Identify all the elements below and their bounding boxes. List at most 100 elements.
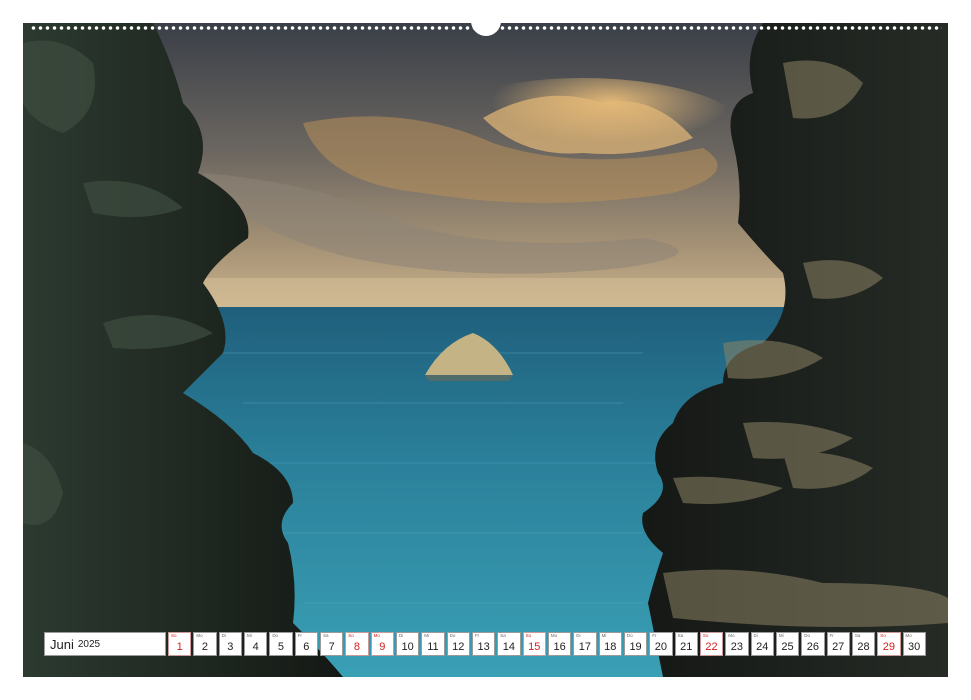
day-number: 27 [832,641,845,653]
weekday-label: Sa [854,633,861,638]
day-cell: Mo 23 [725,632,749,656]
day-cell: Mo 30 [902,632,926,656]
day-number: 11 [427,641,439,653]
weekday-label: Mi [246,633,252,638]
weekday-label: Sa [677,633,684,638]
day-number: 13 [477,641,490,653]
weekday-label: Mo [728,633,735,638]
day-cell: Do 5 [269,632,293,656]
weekday-label: So [348,633,354,638]
weekday-label: Do [626,633,633,638]
day-number: 15 [528,641,541,653]
day-cell: So 29 [877,632,901,656]
weekday-label: Do [272,633,279,638]
day-cell: Fr 13 [471,632,496,656]
day-number: 8 [353,641,361,653]
weekday-label: Mo [905,633,912,638]
day-number: 25 [781,641,794,653]
day-number: 26 [806,641,819,653]
day-cells: So 1 Mo 2 Di 3 Mi 4 Do 5 Fr 6 Sa 7 So 8 Mo 9 Di 10 Mi 11 Do 12 F… [168,632,926,656]
day-cell: Fr 6 [294,632,318,656]
day-number: 10 [401,641,414,653]
day-number: 21 [680,641,693,653]
day-cell: Di 17 [573,632,597,656]
day-cell: Mi 18 [598,632,622,656]
day-number: 12 [452,641,465,653]
weekday-label: So [171,633,177,638]
day-cell: Do 12 [446,632,470,656]
weekday-label: Fr [474,633,480,638]
weekday-label: Do [449,633,456,638]
day-number: 24 [756,641,769,653]
day-cell: Fr 20 [649,632,673,656]
weekday-label: Di [753,633,758,638]
weekday-label: Mi [601,633,607,638]
day-number: 28 [857,641,870,653]
weekday-label: So [702,633,709,638]
day-number: 9 [379,641,386,653]
day-number: 19 [629,641,642,653]
year: 2025 [77,638,101,650]
day-number: 18 [604,641,617,653]
day-number: 4 [252,641,259,653]
weekday-label: Fr [829,633,834,638]
weekday-label: Di [576,633,581,638]
day-cell: So 15 [522,632,546,656]
day-cell: So 22 [699,632,724,656]
day-number: 5 [277,641,285,653]
day-number: 16 [553,641,566,653]
day-cell: Mi 11 [421,632,445,656]
day-number: 2 [201,641,209,653]
day-cell: So 1 [168,632,192,656]
day-number: 23 [730,641,743,653]
day-number: 22 [705,641,718,653]
day-cell: Mi 25 [775,632,800,656]
weekday-label: Do [804,633,810,638]
weekday-label: Mi [778,633,784,638]
month-label: Juni 2025 [44,632,166,656]
day-number: 17 [578,641,592,653]
day-cell: Di 24 [750,632,774,656]
day-number: 6 [303,641,310,653]
day-cell: Mo 2 [193,632,217,656]
day-cell: Mi 4 [243,632,268,656]
weekday-label: Di [221,633,226,638]
weekday-label: Mo [373,633,380,638]
day-cell: Sa 21 [674,632,698,656]
weekday-label: Sa [322,633,329,638]
day-cell: Do 19 [623,632,648,656]
day-number: 29 [882,641,895,653]
day-cell: Mo 9 [370,632,394,656]
weekday-label: Mo [196,633,203,638]
island-shadow [425,375,513,381]
horizon-glow [173,278,813,308]
day-cell: Fr 27 [826,632,850,656]
day-cell: Do 26 [801,632,825,656]
day-cell: Mo 16 [547,632,572,656]
day-number: 30 [908,641,921,653]
sea-rock-photo [23,23,948,677]
day-number: 7 [328,641,335,653]
weekday-label: Mo [550,633,558,638]
day-number: 1 [176,641,183,653]
weekday-label: So [525,633,532,638]
day-cell: Sa 14 [497,632,521,656]
day-cell: Di 3 [218,632,242,656]
weekday-label: Fr [297,633,302,638]
weekday-label: Mi [424,633,430,638]
calendar-strip: Juni 2025 So 1 Mo 2 Di 3 Mi 4 Do 5 Fr 6 Sa 7 So 8 Mo 9 Di 1… [44,632,926,656]
day-cell: Di 10 [395,632,420,656]
weekday-label: Di [398,633,404,638]
weekday-label: So [880,633,886,638]
landscape-illustration [23,23,948,677]
calendar-page: Juni 2025 So 1 Mo 2 Di 3 Mi 4 Do 5 Fr 6 Sa 7 So 8 Mo 9 Di 1… [0,0,971,700]
month-name: Juni [50,636,74,652]
day-cell: Sa 7 [319,632,344,656]
weekday-label: Fr [652,633,657,638]
day-cell: So 8 [345,632,369,656]
day-number: 20 [654,641,668,653]
day-number: 14 [502,641,516,653]
day-cell: Sa 28 [851,632,876,656]
weekday-label: Sa [500,633,506,638]
day-number: 3 [227,641,234,653]
